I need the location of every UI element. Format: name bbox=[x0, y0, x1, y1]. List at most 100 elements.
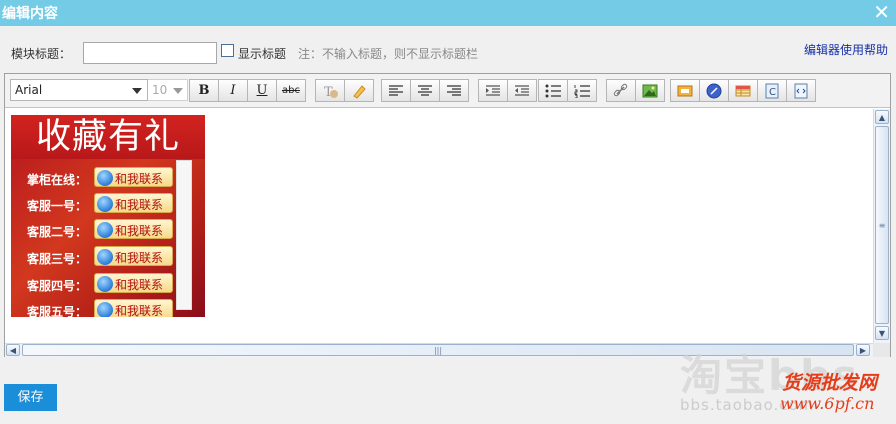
bold-button[interactable]: B bbox=[189, 79, 219, 102]
contact-label: 和我联系 bbox=[115, 224, 164, 238]
flash-icon bbox=[677, 85, 693, 96]
font-color-button[interactable]: T bbox=[315, 79, 345, 102]
contact-row: 客服一号： 和我联系 bbox=[19, 193, 179, 213]
strikethrough-button[interactable]: abc bbox=[276, 79, 306, 102]
rich-text-editor: Arial 10 B I U abc T C 收藏有礼 掌柜在线： 和我联系 客… bbox=[4, 73, 891, 357]
title-hint: 注：不输入标题，则不显示标题栏 bbox=[298, 47, 479, 61]
link-group bbox=[606, 79, 665, 102]
contact-name: 客服三号： bbox=[27, 252, 88, 266]
show-title-label[interactable]: 显示标题 bbox=[238, 45, 286, 62]
insert-group: C bbox=[670, 79, 816, 102]
indent-group bbox=[478, 79, 537, 102]
close-icon[interactable]: ✕ bbox=[873, 0, 890, 24]
contact-name: 掌柜在线： bbox=[27, 173, 88, 187]
horizontal-scroll-thumb[interactable]: ||| bbox=[22, 344, 854, 356]
editor-toolbar: Arial 10 B I U abc T C bbox=[5, 74, 890, 108]
color-group: T bbox=[315, 79, 374, 102]
scroll-down-button[interactable]: ▼ bbox=[875, 326, 889, 340]
insert-table-button[interactable] bbox=[728, 79, 758, 102]
contact-name: 客服一号： bbox=[27, 199, 88, 213]
align-center-button[interactable] bbox=[410, 79, 440, 102]
editor-content-area[interactable]: 收藏有礼 掌柜在线： 和我联系 客服一号： 和我联系 客服二号： 和我联系 客服… bbox=[5, 109, 873, 343]
chevron-down-icon bbox=[173, 88, 183, 94]
underline-button[interactable]: U bbox=[247, 79, 277, 102]
contact-button: 和我联系 bbox=[94, 246, 173, 266]
outdent-button[interactable] bbox=[507, 79, 537, 102]
qq-icon bbox=[97, 222, 113, 238]
qq-icon bbox=[97, 302, 113, 317]
editor-help-link[interactable]: 编辑器使用帮助 bbox=[804, 41, 888, 58]
module-title-label: 模块标题： bbox=[11, 47, 72, 61]
horizontal-scrollbar[interactable]: ◀ ||| ▶ bbox=[5, 343, 873, 357]
insert-image-button[interactable] bbox=[635, 79, 665, 102]
scroll-right-button[interactable]: ▶ bbox=[856, 344, 870, 356]
indent-button[interactable] bbox=[478, 79, 508, 102]
contact-name: 客服四号： bbox=[27, 279, 88, 293]
align-right-icon bbox=[447, 84, 461, 96]
contact-label: 和我联系 bbox=[115, 304, 164, 317]
insert-media-button[interactable] bbox=[699, 79, 729, 102]
favorites-banner-image: 收藏有礼 掌柜在线： 和我联系 客服一号： 和我联系 客服二号： 和我联系 客服… bbox=[11, 115, 205, 317]
align-right-button[interactable] bbox=[439, 79, 469, 102]
contact-name: 客服五号： bbox=[27, 305, 88, 317]
source-code-icon bbox=[794, 83, 808, 98]
table-icon bbox=[735, 85, 751, 96]
link-icon bbox=[613, 83, 628, 96]
highlight-button[interactable] bbox=[344, 79, 374, 102]
contact-row: 掌柜在线： 和我联系 bbox=[19, 167, 179, 187]
insert-flash-button[interactable] bbox=[670, 79, 700, 102]
font-size-select[interactable]: 10 bbox=[148, 79, 188, 101]
contact-button: 和我联系 bbox=[94, 273, 173, 293]
outdent-icon bbox=[515, 84, 529, 96]
save-button[interactable]: 保存 bbox=[4, 384, 57, 411]
contact-row: 客服五号： 和我联系 bbox=[19, 299, 179, 317]
svg-text:C: C bbox=[769, 87, 776, 98]
insert-link-button[interactable] bbox=[606, 79, 636, 102]
image-icon bbox=[642, 84, 658, 97]
font-size-value: 10 bbox=[152, 83, 168, 97]
bullet-list-button[interactable] bbox=[538, 79, 568, 102]
font-color-icon: T bbox=[324, 85, 338, 99]
source-code-button[interactable] bbox=[786, 79, 816, 102]
contact-name: 客服二号： bbox=[27, 225, 88, 239]
module-title-input[interactable] bbox=[83, 42, 217, 64]
qq-icon bbox=[97, 249, 113, 265]
italic-button[interactable]: I bbox=[218, 79, 248, 102]
contact-label: 和我联系 bbox=[115, 278, 164, 292]
taobao-bbs-watermark: bbs.taobao.com bbox=[680, 396, 815, 414]
contact-button: 和我联系 bbox=[94, 193, 173, 213]
vertical-scrollbar[interactable]: ▲ ≡ ▼ bbox=[873, 109, 890, 343]
dialog-title-bar: 编辑内容 ✕ bbox=[0, 0, 896, 26]
highlighter-icon bbox=[353, 84, 366, 99]
contact-button: 和我联系 bbox=[94, 219, 173, 239]
align-left-icon bbox=[389, 84, 403, 96]
qq-icon bbox=[97, 196, 113, 212]
scroll-up-button[interactable]: ▲ bbox=[875, 110, 889, 124]
font-family-select[interactable]: Arial bbox=[10, 79, 148, 101]
align-group bbox=[381, 79, 469, 102]
contact-label: 和我联系 bbox=[115, 198, 164, 212]
title-row: 模块标题： 显示标题 注：不输入标题，则不显示标题栏 编辑器使用帮助 bbox=[0, 40, 896, 64]
numbered-list-button[interactable] bbox=[567, 79, 597, 102]
contact-button: 和我联系 bbox=[94, 167, 173, 187]
template-icon: C bbox=[765, 83, 779, 98]
qq-icon bbox=[97, 170, 113, 186]
banner-heading: 收藏有礼 bbox=[11, 115, 205, 159]
chevron-down-icon bbox=[132, 88, 142, 94]
insert-template-button[interactable]: C bbox=[757, 79, 787, 102]
indent-icon bbox=[486, 84, 500, 96]
bullet-list-icon bbox=[545, 84, 561, 97]
scroll-corner bbox=[873, 343, 890, 357]
contact-row: 客服四号： 和我联系 bbox=[19, 273, 179, 293]
scroll-left-button[interactable]: ◀ bbox=[6, 344, 20, 356]
wholesale-url-watermark: www.6pf.cn bbox=[780, 394, 875, 413]
dialog-title: 编辑内容 bbox=[2, 6, 58, 22]
contact-label: 和我联系 bbox=[115, 251, 164, 265]
vertical-scroll-thumb[interactable]: ≡ bbox=[875, 126, 889, 324]
align-left-button[interactable] bbox=[381, 79, 411, 102]
list-group bbox=[538, 79, 597, 102]
font-family-value: Arial bbox=[15, 83, 43, 97]
show-title-checkbox[interactable] bbox=[221, 44, 234, 57]
contact-button: 和我联系 bbox=[94, 299, 173, 317]
qq-icon bbox=[97, 276, 113, 292]
